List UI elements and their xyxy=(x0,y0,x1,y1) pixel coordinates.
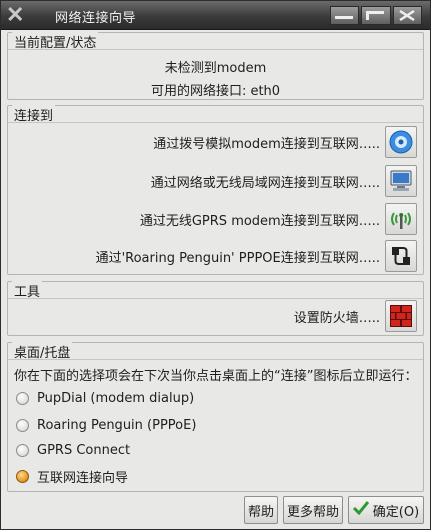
connect-option-row: 通过拨号模拟modem连接到互联网….. xyxy=(153,126,417,158)
network-label: 通过网络或无线局域网连接到互联网….. xyxy=(150,175,380,191)
help-button[interactable]: 帮助 xyxy=(244,496,278,524)
more-help-button[interactable]: 更多帮助 xyxy=(283,496,343,524)
ok-label: 确定(O) xyxy=(372,504,420,520)
radio-pupdial[interactable]: PupDial (modem dialup) xyxy=(16,388,194,408)
network-wireless-button[interactable] xyxy=(385,165,417,197)
checkmark-icon xyxy=(352,501,369,519)
window-title: 网络连接向导 xyxy=(55,11,137,26)
tray-description: 你在下面的选择项会在下次当你点击桌面上的“连接”图标后立即运行： xyxy=(14,369,418,384)
network-computer-icon xyxy=(390,170,412,191)
interface-status: 可用的网络接口: eth0 xyxy=(150,84,281,99)
dialup-label: 通过拨号模拟modem连接到互联网….. xyxy=(153,136,380,152)
radio-label: Roaring Penguin (PPPoE) xyxy=(37,417,197,433)
gprs-modem-button[interactable] xyxy=(385,203,417,235)
tools-group: 工具 设置防火墙….. xyxy=(7,281,424,336)
radio-gprs-connect[interactable]: GPRS Connect xyxy=(16,440,130,460)
x-logo-icon[interactable]: ✕ xyxy=(6,4,28,26)
minimize-icon[interactable] xyxy=(330,6,360,25)
firewall-brick-icon xyxy=(390,305,412,327)
ethernet-plug-icon xyxy=(392,247,410,265)
wizard-window: ✕ 网络连接向导 当前配置/状态 未检测到modem 可用的网络接口: eth0… xyxy=(0,0,431,530)
close-icon[interactable] xyxy=(392,6,422,25)
radio-button[interactable] xyxy=(16,391,29,405)
window-controls xyxy=(330,6,422,25)
wireless-antenna-icon xyxy=(391,212,411,229)
connect-to-group: 连接到 通过拨号模拟modem连接到互联网….. 通过网络或无线局域网连接到互联… xyxy=(7,105,424,275)
current-status-group: 当前配置/状态 未检测到modem 可用的网络接口: eth0 xyxy=(7,32,424,100)
radio-label: 互联网连接向导 xyxy=(37,470,129,486)
radio-roaring-penguin[interactable]: Roaring Penguin (PPPoE) xyxy=(16,415,196,435)
radio-label: PupDial (modem dialup) xyxy=(37,390,195,406)
pppoe-label: 通过'Roaring Penguin' PPPOE连接到互联网….. xyxy=(95,250,380,266)
dialup-modem-button[interactable] xyxy=(385,126,417,158)
firewall-row: 设置防火墙….. xyxy=(294,300,417,332)
pppoe-button[interactable] xyxy=(385,240,417,272)
connect-option-row: 通过网络或无线局域网连接到互联网….. xyxy=(151,165,417,197)
title-bar[interactable]: ✕ 网络连接向导 xyxy=(1,1,430,30)
connect-option-row: 通过'Roaring Penguin' PPPOE连接到互联网….. xyxy=(96,240,417,272)
radio-button[interactable] xyxy=(16,418,29,432)
firewall-button[interactable] xyxy=(385,300,417,332)
firewall-label: 设置防火墙….. xyxy=(293,310,380,326)
gprs-label: 通过无线GPRS modem连接到互联网….. xyxy=(139,213,380,229)
modem-status: 未检测到modem xyxy=(164,61,267,76)
radio-button-selected[interactable] xyxy=(16,469,29,483)
radio-label: GPRS Connect xyxy=(37,442,131,458)
ok-button[interactable]: 确定(O) xyxy=(348,496,424,524)
maximize-icon[interactable] xyxy=(361,6,391,25)
connect-option-row: 通过无线GPRS modem连接到互联网….. xyxy=(140,203,417,235)
radio-connect-wizard[interactable]: 互联网连接向导 xyxy=(16,466,128,486)
desktop-tray-group: 桌面/托盘 你在下面的选择项会在下次当你点击桌面上的“连接”图标后立即运行： P… xyxy=(7,342,424,492)
modem-disc-icon xyxy=(389,130,413,154)
radio-button[interactable] xyxy=(16,443,29,457)
